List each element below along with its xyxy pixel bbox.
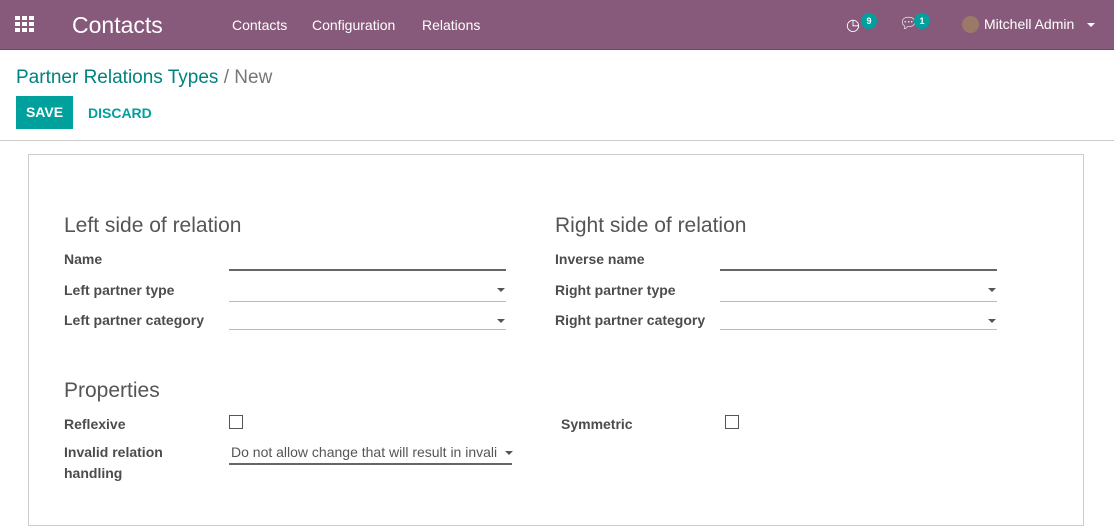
apps-grid-icon[interactable] bbox=[15, 16, 35, 32]
symmetric-label: Symmetric bbox=[561, 416, 633, 432]
app-title[interactable]: Contacts bbox=[72, 12, 163, 39]
activity-clock-icon[interactable]: ◷ bbox=[846, 15, 860, 35]
right-partner-category-select[interactable] bbox=[720, 329, 997, 330]
reflexive-checkbox[interactable] bbox=[229, 415, 243, 429]
user-dropdown-caret-icon[interactable] bbox=[1087, 23, 1095, 27]
breadcrumb-parent[interactable]: Partner Relations Types bbox=[16, 67, 218, 88]
left-partner-type-label: Left partner type bbox=[64, 282, 175, 298]
chevron-down-icon bbox=[988, 319, 996, 323]
control-panel: Partner Relations Types / New SAVE DISCA… bbox=[0, 51, 1114, 141]
invalid-handling-label: Invalid relation handling bbox=[64, 444, 163, 481]
avatar[interactable] bbox=[962, 16, 979, 33]
top-navbar: Contacts Contacts Configuration Relation… bbox=[0, 0, 1114, 50]
save-button[interactable]: SAVE bbox=[16, 96, 73, 129]
breadcrumb-separator: / bbox=[223, 67, 229, 88]
symmetric-checkbox[interactable] bbox=[725, 415, 739, 429]
chevron-down-icon bbox=[497, 319, 505, 323]
inverse-name-label: Inverse name bbox=[555, 251, 645, 267]
name-label: Name bbox=[64, 251, 103, 267]
breadcrumb: Partner Relations Types / New bbox=[16, 67, 272, 89]
right-partner-category-label: Right partner category bbox=[555, 312, 706, 328]
left-partner-category-select[interactable] bbox=[229, 329, 506, 330]
properties-title: Properties bbox=[64, 379, 160, 402]
breadcrumb-current: New bbox=[234, 67, 273, 88]
menu-configuration[interactable]: Configuration bbox=[312, 17, 395, 33]
right-partner-type-select[interactable] bbox=[720, 301, 997, 302]
invalid-handling-select[interactable]: Do not allow change that will result in … bbox=[229, 441, 512, 465]
name-input[interactable] bbox=[229, 269, 506, 271]
chevron-down-icon bbox=[988, 288, 996, 292]
reflexive-label: Reflexive bbox=[64, 416, 126, 432]
right-partner-type-label: Right partner type bbox=[555, 282, 676, 298]
left-side-title: Left side of relation bbox=[64, 214, 242, 237]
chevron-down-icon bbox=[497, 288, 505, 292]
right-side-title: Right side of relation bbox=[555, 214, 747, 237]
menu-contacts[interactable]: Contacts bbox=[232, 17, 287, 33]
menu-relations[interactable]: Relations bbox=[422, 17, 480, 33]
inverse-name-input[interactable] bbox=[720, 269, 997, 271]
discard-button[interactable]: DISCARD bbox=[88, 105, 152, 121]
form-sheet: Left side of relation Right side of rela… bbox=[28, 154, 1084, 526]
left-partner-type-select[interactable] bbox=[229, 301, 506, 302]
messages-badge: 1 bbox=[914, 13, 930, 29]
chevron-down-icon bbox=[505, 451, 513, 455]
activity-badge: 9 bbox=[861, 13, 877, 29]
left-partner-category-label: Left partner category bbox=[64, 312, 205, 328]
user-menu[interactable]: Mitchell Admin bbox=[984, 16, 1074, 32]
